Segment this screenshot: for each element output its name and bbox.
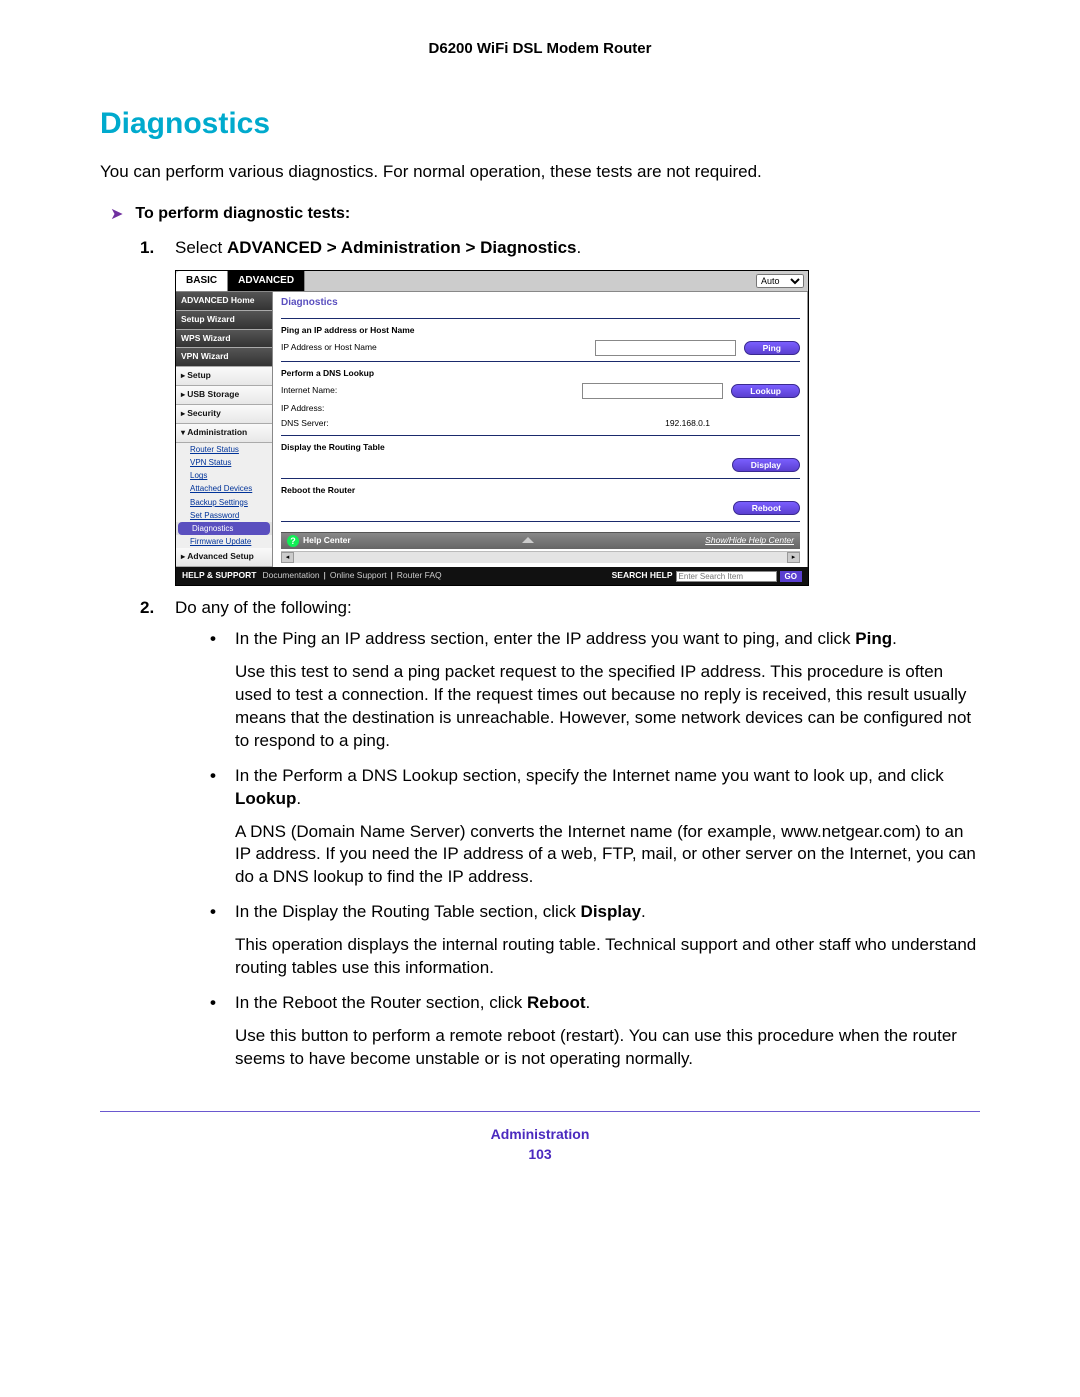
sidebar-sub-router-status[interactable]: Router Status — [176, 443, 272, 456]
search-input[interactable] — [676, 571, 777, 582]
language-select-wrap: Auto — [756, 271, 808, 291]
document-title: D6200 WiFi DSL Modem Router — [100, 40, 980, 57]
ping-section-title: Ping an IP address or Host Name — [281, 325, 800, 337]
bullet-ping: • In the Ping an IP address section, ent… — [210, 628, 980, 753]
sidebar-vpn-wizard[interactable]: VPN Wizard — [176, 348, 272, 367]
bullet-lookup: • In the Perform a DNS Lookup section, s… — [210, 765, 980, 890]
bullet-icon: • — [210, 992, 216, 1015]
ip-address-label: IP Address: — [281, 403, 436, 415]
reboot-description: Use this button to perform a remote rebo… — [235, 1025, 980, 1071]
router-ui-screenshot: BASIC ADVANCED Auto ADVANCED Home Setup … — [175, 270, 809, 586]
step-1-prefix: Select — [175, 238, 227, 257]
bullet-icon: • — [210, 901, 216, 924]
sidebar-usb[interactable]: USB Storage — [176, 386, 272, 405]
link-documentation[interactable]: Documentation — [262, 570, 319, 582]
sidebar-sub-diagnostics[interactable]: Diagnostics — [178, 522, 270, 535]
lookup-button[interactable]: Lookup — [731, 384, 800, 398]
task-title: To perform diagnostic tests: — [135, 205, 350, 223]
search-help-label: SEARCH HELP — [612, 570, 673, 582]
ping-label: IP Address or Host Name — [281, 342, 436, 354]
chevron-right-icon: ➤ — [110, 204, 123, 224]
sidebar-security[interactable]: Security — [176, 405, 272, 424]
sidebar-setup-wizard[interactable]: Setup Wizard — [176, 311, 272, 330]
intro-paragraph: You can perform various diagnostics. For… — [100, 161, 980, 184]
footer-page-number: 103 — [100, 1146, 980, 1162]
routing-section-title: Display the Routing Table — [281, 442, 800, 454]
reboot-button[interactable]: Reboot — [733, 501, 800, 515]
footer-section: Administration — [100, 1126, 980, 1142]
help-toggle-link[interactable]: Show/Hide Help Center — [705, 535, 794, 547]
tab-bar: BASIC ADVANCED Auto — [176, 271, 808, 292]
scroll-right-icon[interactable]: ▸ — [787, 552, 800, 563]
sidebar-sub-attached[interactable]: Attached Devices — [176, 482, 272, 495]
link-online-support[interactable]: Online Support — [330, 570, 387, 582]
bullet-icon: • — [210, 765, 216, 788]
language-select[interactable]: Auto — [756, 274, 804, 288]
footer-bar: HELP & SUPPORT Documentation | Online Su… — [176, 567, 808, 585]
sidebar-administration[interactable]: Administration — [176, 424, 272, 443]
go-button[interactable]: GO — [780, 571, 802, 582]
sidebar-setup[interactable]: Setup — [176, 367, 272, 386]
step-2: Do any of the following: • In the Ping a… — [140, 596, 980, 1071]
help-center-label: Help Center — [303, 535, 351, 547]
display-description: This operation displays the internal rou… — [235, 934, 980, 980]
main-panel: Diagnostics Ping an IP address or Host N… — [273, 292, 808, 568]
h-scrollbar[interactable]: ◂ ▸ — [281, 551, 800, 563]
help-support-label: HELP & SUPPORT — [182, 570, 256, 582]
sidebar-wps-wizard[interactable]: WPS Wizard — [176, 330, 272, 349]
link-router-faq[interactable]: Router FAQ — [397, 570, 442, 582]
sidebar-sub-vpn-status[interactable]: VPN Status — [176, 456, 272, 469]
dns-section-title: Perform a DNS Lookup — [281, 368, 800, 380]
sidebar-sub-password[interactable]: Set Password — [176, 509, 272, 522]
ping-description: Use this test to send a ping packet requ… — [235, 661, 980, 753]
ping-button[interactable]: Ping — [744, 341, 800, 355]
help-bar: ? Help Center Show/Hide Help Center — [281, 532, 800, 549]
sidebar-sub-logs[interactable]: Logs — [176, 469, 272, 482]
internet-name-label: Internet Name: — [281, 385, 436, 397]
panel-title: Diagnostics — [281, 296, 800, 310]
bullet-reboot: • In the Reboot the Router section, clic… — [210, 992, 980, 1071]
lookup-description: A DNS (Domain Name Server) converts the … — [235, 821, 980, 890]
tab-basic[interactable]: BASIC — [176, 271, 228, 291]
section-heading: Diagnostics — [100, 107, 980, 141]
sidebar-sub-firmware[interactable]: Firmware Update — [176, 535, 272, 548]
reboot-section-title: Reboot the Router — [281, 485, 800, 497]
bullet-icon: • — [210, 628, 216, 651]
bullet-display: • In the Display the Routing Table secti… — [210, 901, 980, 980]
display-button[interactable]: Display — [732, 458, 800, 472]
sidebar-advanced-setup[interactable]: Advanced Setup — [176, 548, 272, 567]
caret-up-icon[interactable] — [522, 537, 534, 543]
step-1: Select ADVANCED > Administration > Diagn… — [140, 236, 980, 586]
help-icon: ? — [287, 535, 299, 547]
internet-name-input[interactable] — [582, 383, 723, 399]
step-1-suffix: . — [576, 238, 581, 257]
ping-input[interactable] — [595, 340, 736, 356]
sidebar: ADVANCED Home Setup Wizard WPS Wizard VP… — [176, 292, 273, 568]
sidebar-sub-backup[interactable]: Backup Settings — [176, 496, 272, 509]
dns-server-value: 192.168.0.1 — [665, 418, 710, 430]
scroll-left-icon[interactable]: ◂ — [281, 552, 294, 563]
task-line: ➤ To perform diagnostic tests: — [110, 204, 980, 224]
tab-advanced[interactable]: ADVANCED — [228, 271, 305, 291]
page-footer: Administration 103 — [100, 1111, 980, 1162]
dns-server-label: DNS Server: — [281, 418, 436, 430]
sidebar-home[interactable]: ADVANCED Home — [176, 292, 272, 311]
step-2-text: Do any of the following: — [175, 598, 352, 617]
step-1-path: ADVANCED > Administration > Diagnostics — [227, 238, 577, 257]
